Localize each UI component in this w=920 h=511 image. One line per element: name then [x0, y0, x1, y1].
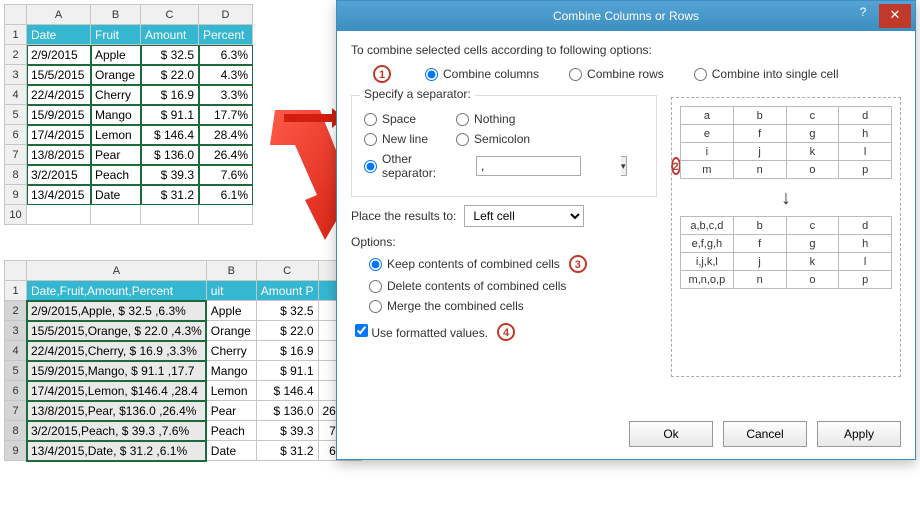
cell[interactable]: Peach	[91, 165, 141, 185]
row-header[interactable]: 9	[5, 185, 27, 205]
cell[interactable]: 22/4/2015,Cherry, $ 16.9 ,3.3%	[27, 341, 207, 361]
row-header[interactable]: 2	[5, 45, 27, 65]
cell[interactable]: $ 22.0	[141, 65, 199, 85]
col-header[interactable]: A	[27, 261, 207, 281]
col-header[interactable]: A	[27, 5, 91, 25]
help-button[interactable]: ?	[851, 5, 875, 27]
cell[interactable]: 4.3%	[199, 65, 253, 85]
cell[interactable]: $ 91.1	[141, 105, 199, 125]
cell[interactable]: $ 32.5	[141, 45, 199, 65]
place-label: Place the results to:	[351, 209, 456, 223]
options-label: Options:	[351, 235, 657, 249]
dialog-title: Combine Columns or Rows	[553, 9, 699, 23]
separator-input[interactable]	[476, 156, 581, 176]
row-header[interactable]: 6	[5, 125, 27, 145]
spreadsheet-top[interactable]: ABCD1DateFruitAmountPercent22/9/2015Appl…	[4, 4, 253, 225]
cell[interactable]: 15/5/2015	[27, 65, 91, 85]
cell[interactable]: Date	[27, 25, 91, 45]
cell[interactable]: 17.7%	[199, 105, 253, 125]
row-header[interactable]: 8	[5, 165, 27, 185]
cell[interactable]: 3.3%	[199, 85, 253, 105]
radio-opt-del[interactable]: Delete contents of combined cells	[369, 279, 657, 293]
badge-4: 4	[497, 323, 515, 341]
cell[interactable]: Pear	[91, 145, 141, 165]
cell[interactable]: 6.1%	[199, 185, 253, 205]
radio-combine-rows[interactable]: Combine rows	[569, 67, 664, 81]
cell[interactable]: Cherry	[91, 85, 141, 105]
radio-opt-merge[interactable]: Merge the combined cells	[369, 299, 657, 313]
intro-text: To combine selected cells according to f…	[351, 43, 901, 57]
radio-sep-nothing[interactable]: Nothing	[456, 112, 515, 126]
radio-opt-keep[interactable]: Keep contents of combined cells3	[369, 255, 657, 273]
radio-sep-newline[interactable]: New line	[364, 132, 428, 146]
col-header[interactable]: B	[206, 261, 256, 281]
cell[interactable]: 13/8/2015,Pear, $136.0 ,26.4%	[27, 401, 207, 421]
combine-dialog: Combine Columns or Rows ? ✕ To combine s…	[336, 0, 916, 460]
cell[interactable]: $ 136.0	[141, 145, 199, 165]
cell[interactable]: 2/9/2015,Apple, $ 32.5 ,6.3%	[27, 301, 207, 321]
cell[interactable]: Apple	[91, 45, 141, 65]
preview-pane: abcdefghijklmnop ↓ a,b,c,dbcde,f,g,hfghi…	[671, 97, 901, 377]
dialog-titlebar[interactable]: Combine Columns or Rows ? ✕	[337, 1, 915, 31]
row-header[interactable]: 3	[5, 65, 27, 85]
separator-dropdown-icon[interactable]: ▾	[621, 156, 627, 176]
radio-sep-other[interactable]: Other separator:	[364, 152, 436, 180]
col-header[interactable]: C	[256, 261, 318, 281]
radio-sep-semicolon[interactable]: Semicolon	[456, 132, 530, 146]
cell[interactable]: 15/9/2015	[27, 105, 91, 125]
arrow-down-icon: ↓	[680, 187, 892, 210]
cell[interactable]: Mango	[91, 105, 141, 125]
radio-combine-single[interactable]: Combine into single cell	[694, 67, 839, 81]
checkbox-formatted[interactable]: Use formatted values.	[355, 324, 488, 340]
cell[interactable]: 22/4/2015	[27, 85, 91, 105]
badge-1: 1	[373, 65, 391, 83]
cell[interactable]: Amount	[141, 25, 199, 45]
preview-input-table: abcdefghijklmnop	[680, 106, 892, 179]
radio-combine-columns[interactable]: Combine columns	[425, 67, 539, 81]
place-select[interactable]: Left cell	[464, 205, 584, 227]
row-header[interactable]: 7	[5, 145, 27, 165]
cell[interactable]: Percent	[199, 25, 253, 45]
cell[interactable]: 15/5/2015,Orange, $ 22.0 ,4.3%	[27, 321, 207, 341]
apply-button[interactable]: Apply	[817, 421, 901, 447]
cell[interactable]: 13/4/2015,Date, $ 31.2 ,6.1%	[27, 441, 207, 461]
cell[interactable]: 17/4/2015,Lemon, $146.4 ,28.4	[27, 381, 207, 401]
close-button[interactable]: ✕	[879, 4, 911, 28]
cell[interactable]: 3/2/2015,Peach, $ 39.3 ,7.6%	[27, 421, 207, 441]
col-header[interactable]: C	[141, 5, 199, 25]
small-red-arrow	[284, 108, 344, 128]
cell[interactable]: 2/9/2015	[27, 45, 91, 65]
cell[interactable]: 13/8/2015	[27, 145, 91, 165]
spreadsheet-bottom[interactable]: ABC1Date,Fruit,Amount,PercentuitAmount P…	[4, 260, 362, 461]
cell[interactable]: $ 39.3	[141, 165, 199, 185]
cell[interactable]: 17/4/2015	[27, 125, 91, 145]
cell[interactable]: 15/9/2015,Mango, $ 91.1 ,17.7	[27, 361, 207, 381]
cell[interactable]: 26.4%	[199, 145, 253, 165]
cell[interactable]: 3/2/2015	[27, 165, 91, 185]
cell[interactable]: Orange	[91, 65, 141, 85]
cell[interactable]: Date	[91, 185, 141, 205]
row-header[interactable]: 1	[5, 25, 27, 45]
cell[interactable]: 13/4/2015	[27, 185, 91, 205]
cell[interactable]: $ 146.4	[141, 125, 199, 145]
cancel-button[interactable]: Cancel	[723, 421, 807, 447]
col-header[interactable]: B	[91, 5, 141, 25]
col-header[interactable]: D	[199, 5, 253, 25]
radio-sep-space[interactable]: Space	[364, 112, 416, 126]
cell[interactable]: 28.4%	[199, 125, 253, 145]
cell[interactable]: $ 16.9	[141, 85, 199, 105]
cell[interactable]: 7.6%	[199, 165, 253, 185]
preview-output-table: a,b,c,dbcde,f,g,hfghi,j,k,ljklm,n,o,pnop	[680, 216, 892, 289]
badge-3: 3	[569, 255, 587, 273]
ok-button[interactable]: Ok	[629, 421, 713, 447]
cell[interactable]: $ 31.2	[141, 185, 199, 205]
cell[interactable]: Fruit	[91, 25, 141, 45]
cell[interactable]: Lemon	[91, 125, 141, 145]
separator-legend: Specify a separator:	[360, 87, 475, 101]
cell[interactable]: 6.3%	[199, 45, 253, 65]
row-header[interactable]: 4	[5, 85, 27, 105]
row-header[interactable]: 5	[5, 105, 27, 125]
